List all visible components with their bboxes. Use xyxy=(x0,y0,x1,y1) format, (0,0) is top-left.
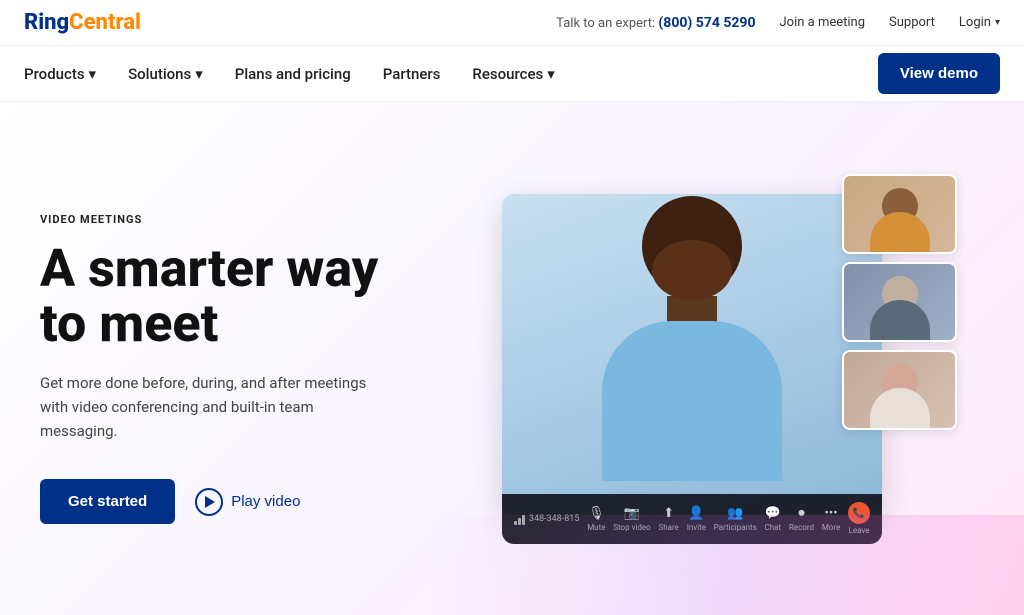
expert-text: Talk to an expert: (800) 574 5290 xyxy=(556,15,755,31)
signal-bars-icon xyxy=(514,513,525,525)
join-meeting-link[interactable]: Join a meeting xyxy=(780,15,866,30)
video-thumb-3 xyxy=(842,350,957,430)
call-id: 348-348-815 xyxy=(529,514,580,524)
get-started-button[interactable]: Get started xyxy=(40,479,175,524)
control-share[interactable]: ⬆ Share xyxy=(659,506,679,532)
nav-products[interactable]: Products ▾ xyxy=(24,65,96,83)
more-icon: ••• xyxy=(824,506,837,521)
person-body-1 xyxy=(870,212,930,252)
mute-icon: 🎙 xyxy=(588,506,605,521)
chevron-down-icon: ▾ xyxy=(995,17,1000,28)
camera-icon: 📷 xyxy=(624,506,640,521)
nav-partners[interactable]: Partners xyxy=(383,65,441,83)
play-icon xyxy=(195,488,223,516)
chevron-down-icon: ▾ xyxy=(195,65,203,83)
nav-resources[interactable]: Resources ▾ xyxy=(472,65,554,83)
control-chat[interactable]: 💬 Chat xyxy=(765,506,782,532)
support-link[interactable]: Support xyxy=(889,15,935,30)
nav-bar: Products ▾ Solutions ▾ Plans and pricing… xyxy=(0,46,1024,102)
hero-description: Get more done before, during, and after … xyxy=(40,371,380,443)
call-info: 348-348-815 xyxy=(514,513,580,525)
hero-actions: Get started Play video xyxy=(40,479,380,524)
chevron-down-icon: ▾ xyxy=(89,65,97,83)
invite-icon: 👤 xyxy=(688,506,704,521)
view-demo-button[interactable]: View demo xyxy=(878,53,1000,94)
hero-section: VIDEO MEETINGS A smarter way to meet Get… xyxy=(0,102,1024,615)
hero-left: VIDEO MEETINGS A smarter way to meet Get… xyxy=(0,102,420,615)
control-more[interactable]: ••• More xyxy=(822,506,840,532)
control-participants[interactable]: 👥 Participants xyxy=(714,506,757,532)
share-icon: ⬆ xyxy=(663,506,674,521)
top-bar-left: RingCentral xyxy=(24,10,141,35)
hero-tag: VIDEO MEETINGS xyxy=(40,213,380,226)
top-bar-right: Talk to an expert: (800) 574 5290 Join a… xyxy=(556,15,1000,31)
chat-icon: 💬 xyxy=(765,506,781,521)
top-bar: RingCentral Talk to an expert: (800) 574… xyxy=(0,0,1024,46)
control-record[interactable]: ⏺ Record xyxy=(789,506,814,532)
logo-ring: Ring xyxy=(24,10,69,35)
login-button[interactable]: Login ▾ xyxy=(959,15,1000,30)
person-body-3 xyxy=(870,388,930,428)
control-invite[interactable]: 👤 Invite xyxy=(687,506,706,532)
logo-central: Central xyxy=(69,10,141,35)
person-body-2 xyxy=(870,300,930,340)
logo: RingCentral xyxy=(24,10,141,35)
play-video-button[interactable]: Play video xyxy=(195,488,300,516)
leave-icon: 📞 xyxy=(848,502,870,524)
video-thumb-2 xyxy=(842,262,957,342)
participants-icon: 👥 xyxy=(727,506,743,521)
hero-right: 348-348-815 🎙 Mute 📷 Stop video ⬆ Share … xyxy=(420,102,1024,615)
nav-solutions[interactable]: Solutions ▾ xyxy=(128,65,203,83)
hero-title: A smarter way to meet xyxy=(40,242,380,351)
sidebar-videos xyxy=(842,174,962,430)
control-mute[interactable]: 🎙 Mute xyxy=(587,506,605,532)
control-leave[interactable]: 📞 Leave xyxy=(848,502,870,535)
control-video[interactable]: 📷 Stop video xyxy=(613,506,650,532)
chevron-down-icon: ▾ xyxy=(547,65,555,83)
video-controls: 348-348-815 🎙 Mute 📷 Stop video ⬆ Share … xyxy=(502,494,882,544)
record-icon: ⏺ xyxy=(798,506,805,521)
phone-number[interactable]: (800) 574 5290 xyxy=(658,15,755,31)
nav-left: Products ▾ Solutions ▾ Plans and pricing… xyxy=(24,65,555,83)
video-container: 348-348-815 🎙 Mute 📷 Stop video ⬆ Share … xyxy=(482,174,962,544)
video-thumb-1 xyxy=(842,174,957,254)
nav-plans[interactable]: Plans and pricing xyxy=(235,65,351,83)
main-video xyxy=(502,194,882,514)
